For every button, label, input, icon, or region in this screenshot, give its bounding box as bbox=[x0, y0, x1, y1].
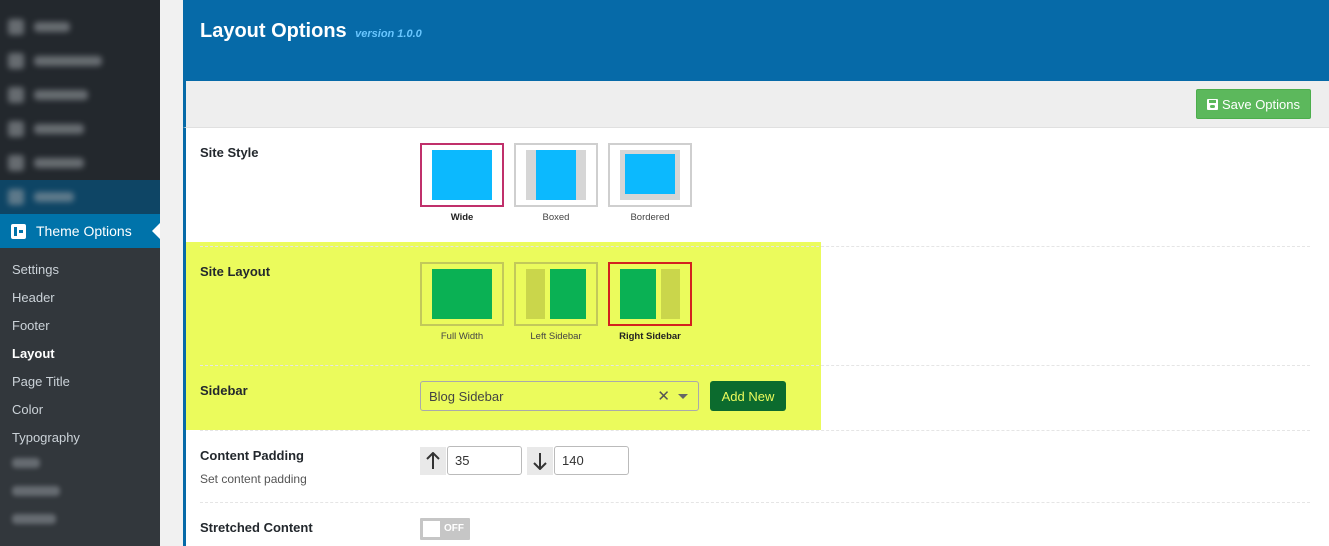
chevron-down-icon[interactable] bbox=[678, 394, 688, 399]
padding-top-input[interactable] bbox=[447, 446, 522, 475]
submenu-item-settings[interactable]: Settings bbox=[12, 262, 59, 277]
row-divider bbox=[200, 365, 1310, 366]
site-layout-option-right-sidebar[interactable]: Right Sidebar bbox=[608, 262, 692, 342]
add-new-sidebar-button[interactable]: Add New bbox=[710, 381, 786, 411]
stretched-content-toggle[interactable]: OFF bbox=[420, 518, 470, 540]
arrow-up-icon bbox=[420, 447, 446, 475]
clear-selection-icon[interactable]: ✕ bbox=[657, 387, 670, 405]
site-style-label: Site Style bbox=[200, 145, 259, 160]
current-menu-arrow-icon bbox=[152, 223, 160, 239]
toggle-knob bbox=[423, 521, 440, 537]
page-title: Layout Options bbox=[200, 20, 347, 42]
blurred-menu-item[interactable] bbox=[8, 180, 148, 214]
bordered-preview[interactable] bbox=[608, 143, 692, 207]
right-sidebar-preview[interactable] bbox=[608, 262, 692, 326]
sidebar-select-value: Blog Sidebar bbox=[429, 389, 504, 404]
save-options-button[interactable]: Save Options bbox=[1195, 89, 1311, 119]
full-width-preview[interactable] bbox=[420, 262, 504, 326]
site-layout-option-full-width[interactable]: Full Width bbox=[420, 262, 504, 342]
blurred-submenu-item[interactable] bbox=[12, 486, 60, 496]
admin-sidebar: Theme Options Settings Header Footer Lay… bbox=[0, 0, 160, 546]
blurred-menu-item[interactable] bbox=[8, 78, 148, 112]
save-options-label: Save Options bbox=[1221, 96, 1300, 112]
bordered-caption: Bordered bbox=[630, 212, 670, 223]
site-layout-option-left-sidebar[interactable]: Left Sidebar bbox=[514, 262, 598, 342]
theme-options-label: Theme Options bbox=[36, 223, 132, 239]
wide-preview[interactable] bbox=[420, 143, 504, 207]
right-sidebar-caption: Right Sidebar bbox=[619, 331, 681, 342]
panel-header: Layout Options version 1.0.0 bbox=[183, 0, 1329, 81]
blurred-menu-item[interactable] bbox=[8, 44, 148, 78]
submenu-item-page-title[interactable]: Page Title bbox=[12, 374, 70, 389]
version-label: version 1.0.0 bbox=[355, 28, 422, 40]
toggle-state-label: OFF bbox=[444, 523, 464, 534]
left-sidebar-caption: Left Sidebar bbox=[530, 331, 582, 342]
theme-options-submenu: Settings Header Footer Layout Page Title… bbox=[0, 248, 160, 546]
padding-bottom-input[interactable] bbox=[554, 446, 629, 475]
row-divider bbox=[200, 246, 1310, 247]
submenu-item-header[interactable]: Header bbox=[12, 290, 55, 305]
site-style-option-bordered[interactable]: Bordered bbox=[608, 143, 692, 223]
save-disk-icon bbox=[1206, 98, 1218, 110]
row-divider bbox=[200, 502, 1310, 503]
blurred-menu-item[interactable] bbox=[8, 146, 148, 180]
options-toolbar: Save Options bbox=[183, 81, 1329, 128]
sidebar-select[interactable]: Blog Sidebar ✕ bbox=[420, 381, 699, 411]
submenu-item-typography[interactable]: Typography bbox=[12, 430, 80, 445]
content-padding-label: Content Padding bbox=[200, 448, 304, 463]
arrow-down-icon bbox=[527, 447, 553, 475]
site-style-option-boxed[interactable]: Boxed bbox=[514, 143, 598, 223]
theme-options-icon bbox=[11, 223, 26, 239]
boxed-preview[interactable] bbox=[514, 143, 598, 207]
sidebar-label: Sidebar bbox=[200, 383, 248, 398]
submenu-item-footer[interactable]: Footer bbox=[12, 318, 50, 333]
blurred-submenu-item[interactable] bbox=[12, 514, 56, 524]
full-width-caption: Full Width bbox=[440, 331, 484, 342]
content-padding-description: Set content padding bbox=[200, 472, 307, 486]
submenu-item-color[interactable]: Color bbox=[12, 402, 43, 417]
wide-caption: Wide bbox=[450, 212, 474, 223]
menu-item-theme-options[interactable]: Theme Options bbox=[0, 214, 160, 248]
blurred-menu-item[interactable] bbox=[8, 10, 148, 44]
site-layout-label: Site Layout bbox=[200, 264, 271, 279]
site-style-option-wide[interactable]: Wide bbox=[420, 143, 504, 223]
stretched-content-label: Stretched Content bbox=[200, 520, 313, 535]
submenu-item-layout[interactable]: Layout bbox=[12, 346, 55, 361]
row-divider bbox=[200, 430, 1310, 431]
blurred-menu-item[interactable] bbox=[8, 112, 148, 146]
blurred-submenu-item[interactable] bbox=[12, 458, 40, 468]
left-sidebar-preview[interactable] bbox=[514, 262, 598, 326]
options-panel: Layout Options version 1.0.0 Save Option… bbox=[183, 0, 1329, 546]
boxed-caption: Boxed bbox=[542, 212, 570, 223]
